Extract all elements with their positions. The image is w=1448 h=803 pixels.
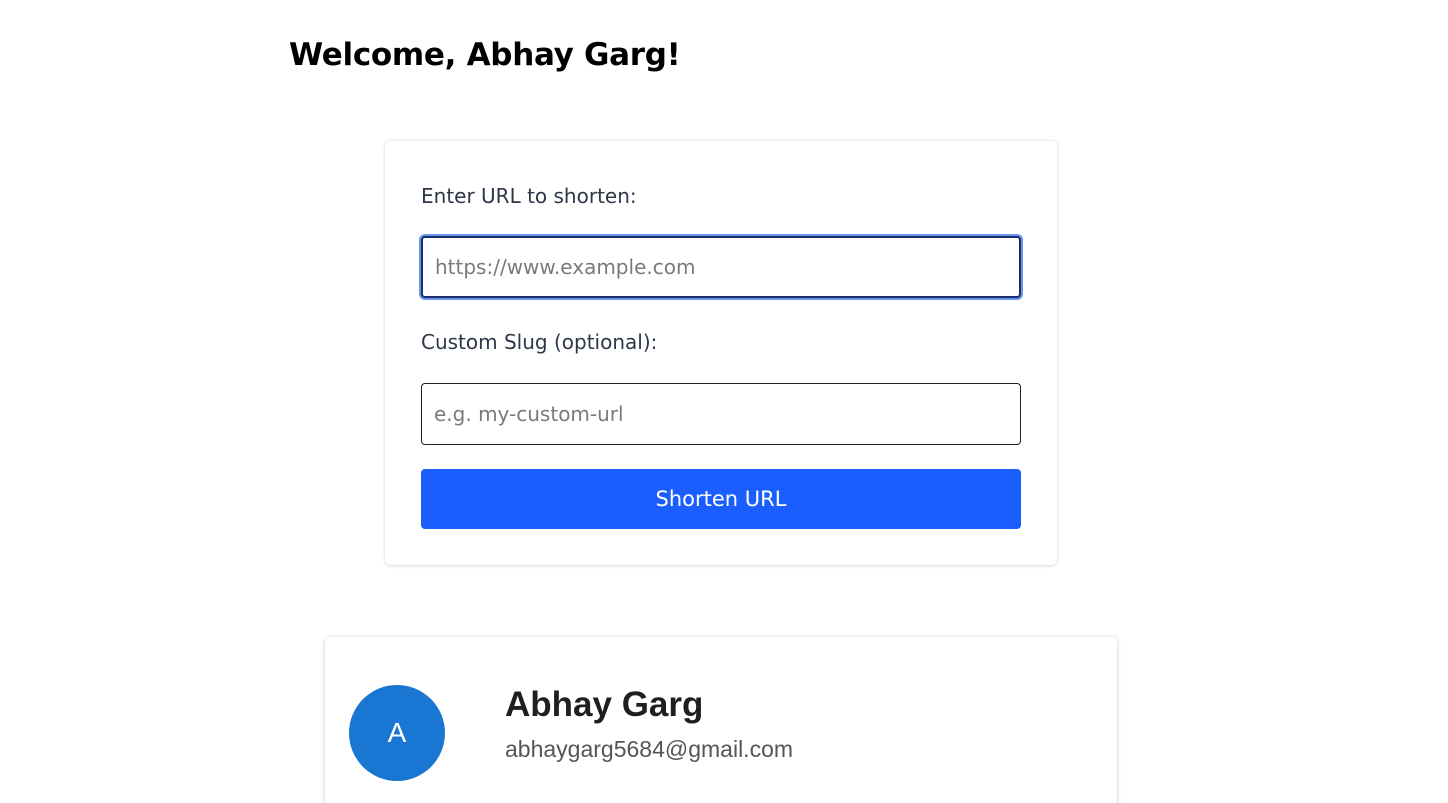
profile-card: A Abhay Garg abhaygarg5684@gmail.com: [325, 637, 1117, 803]
custom-slug-label: Custom Slug (optional):: [421, 330, 658, 354]
profile-email: abhaygarg5684@gmail.com: [505, 736, 794, 762]
page: Welcome, Abhay Garg! Enter URL to shorte…: [0, 0, 1448, 803]
welcome-heading: Welcome, Abhay Garg!: [289, 37, 681, 73]
profile-name: Abhay Garg: [505, 685, 704, 724]
url-label: Enter URL to shorten:: [421, 184, 637, 208]
custom-slug-input[interactable]: [421, 383, 1021, 445]
shorten-url-button[interactable]: Shorten URL: [421, 469, 1021, 529]
avatar: A: [349, 685, 445, 781]
url-input[interactable]: [421, 236, 1021, 298]
shorten-url-form: Enter URL to shorten: Custom Slug (optio…: [385, 141, 1057, 565]
